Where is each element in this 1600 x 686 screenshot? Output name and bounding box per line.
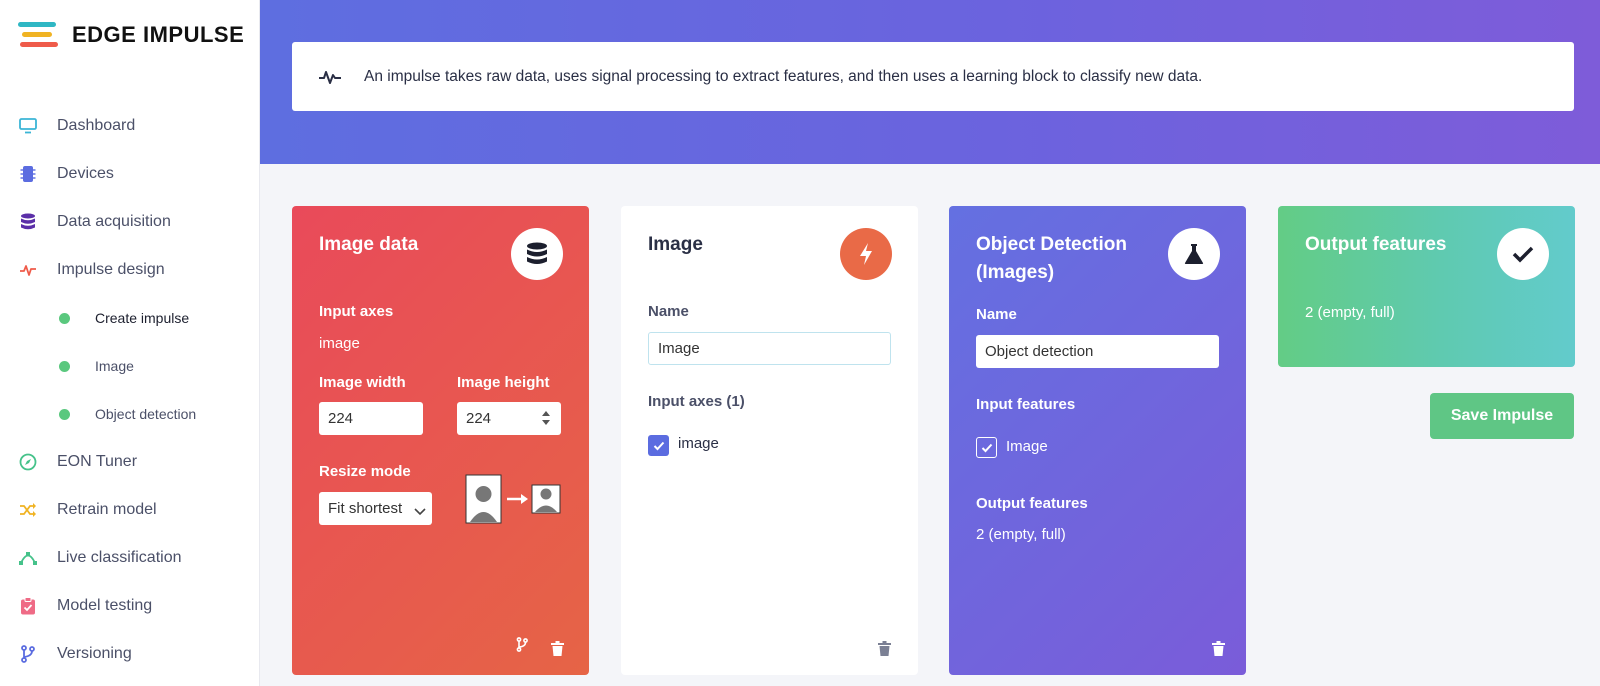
clipboard-check-icon bbox=[18, 596, 38, 616]
monitor-icon bbox=[18, 116, 38, 136]
input-features-label: Input features bbox=[976, 396, 1076, 413]
card-title: Object Detection (Images) bbox=[976, 234, 1127, 283]
input-axes-value: image bbox=[319, 335, 360, 352]
name-label: Name bbox=[648, 303, 689, 320]
card-title: Image bbox=[648, 234, 703, 255]
edge-impulse-logo[interactable]: EDGE IMPULSE bbox=[18, 20, 244, 50]
sidebar-subitem-object-detection[interactable]: Object detection bbox=[0, 390, 260, 438]
sidebar-item-eon-tuner[interactable]: EON Tuner bbox=[0, 438, 260, 486]
image-height-label: Image height bbox=[457, 374, 550, 391]
sidebar-item-model-testing[interactable]: Model testing bbox=[0, 582, 260, 630]
card-title: Output features bbox=[1305, 234, 1447, 255]
image-data-card: Image data Input axes image Image width … bbox=[292, 206, 589, 675]
sidebar-subitem-image[interactable]: Image bbox=[0, 342, 260, 390]
input-axes-label: Input axes bbox=[319, 303, 394, 320]
pulse-icon bbox=[18, 260, 38, 280]
output-features-card: Output features 2 (empty, full) bbox=[1278, 206, 1575, 367]
spinner-icon[interactable] bbox=[541, 410, 551, 430]
save-impulse-button[interactable]: Save Impulse bbox=[1430, 393, 1574, 439]
check-icon bbox=[1497, 228, 1549, 280]
object-detection-card: Object Detection (Images) Name Object de… bbox=[949, 206, 1246, 675]
trash-icon[interactable] bbox=[878, 641, 892, 657]
sidebar-item-dashboard[interactable]: Dashboard bbox=[0, 102, 260, 150]
bezier-icon bbox=[18, 548, 38, 568]
output-features-value: 2 (empty, full) bbox=[1305, 304, 1395, 321]
lightning-icon bbox=[840, 228, 892, 280]
image-axis-label: image bbox=[678, 435, 719, 452]
image-processing-card: Image Name Image Input axes (1) image bbox=[621, 206, 918, 675]
flask-icon bbox=[1168, 228, 1220, 280]
output-features-label: Output features bbox=[976, 495, 1088, 512]
git-branch-icon[interactable] bbox=[516, 637, 528, 657]
impulse-info-box: An impulse takes raw data, uses signal p… bbox=[292, 42, 1574, 111]
chevron-down-icon bbox=[412, 503, 426, 520]
status-dot bbox=[59, 408, 70, 420]
trash-icon[interactable] bbox=[551, 641, 565, 657]
name-input[interactable]: Object detection bbox=[976, 335, 1219, 368]
chip-icon bbox=[18, 164, 38, 184]
name-input[interactable]: Image bbox=[648, 332, 891, 365]
sidebar-item-data-acquisition[interactable]: Data acquisition bbox=[0, 198, 260, 246]
trash-icon[interactable] bbox=[1212, 641, 1226, 657]
image-feature-label: Image bbox=[1006, 438, 1048, 455]
image-width-label: Image width bbox=[319, 374, 406, 391]
status-dot bbox=[59, 360, 70, 372]
status-dot bbox=[59, 312, 70, 324]
sidebar-item-devices[interactable]: Devices bbox=[0, 150, 260, 198]
input-axes-label: Input axes (1) bbox=[648, 393, 745, 410]
image-feature-checkbox[interactable] bbox=[976, 437, 997, 458]
database-icon bbox=[18, 212, 38, 232]
sidebar-nav: Dashboard Devices Data acquisition Impul… bbox=[0, 102, 260, 678]
brand-name: EDGE IMPULSE bbox=[72, 22, 245, 47]
sidebar-item-live-classification[interactable]: Live classification bbox=[0, 534, 260, 582]
impulse-description: An impulse takes raw data, uses signal p… bbox=[364, 67, 1203, 85]
shuffle-icon bbox=[18, 500, 38, 520]
resize-mode-select[interactable]: Fit shortest bbox=[319, 492, 432, 525]
image-axis-checkbox[interactable] bbox=[648, 435, 669, 456]
compass-icon bbox=[18, 452, 38, 472]
sidebar: EDGE IMPULSE Dashboard Devices Data acqu… bbox=[0, 0, 260, 686]
git-branch-icon bbox=[18, 644, 38, 664]
image-width-input[interactable]: 224 bbox=[319, 402, 423, 435]
pulse-icon bbox=[318, 67, 342, 87]
output-features-value: 2 (empty, full) bbox=[976, 526, 1066, 543]
sidebar-item-impulse-design[interactable]: Impulse design bbox=[0, 246, 260, 294]
image-height-input[interactable]: 224 bbox=[457, 402, 561, 435]
resize-illustration-icon bbox=[465, 474, 561, 529]
logo-mark-icon bbox=[18, 21, 60, 49]
resize-mode-label: Resize mode bbox=[319, 463, 411, 480]
card-title: Image data bbox=[319, 234, 419, 255]
sidebar-item-retrain-model[interactable]: Retrain model bbox=[0, 486, 260, 534]
sidebar-item-versioning[interactable]: Versioning bbox=[0, 630, 260, 678]
database-icon bbox=[511, 228, 563, 280]
sidebar-subitem-create-impulse[interactable]: Create impulse bbox=[0, 294, 260, 342]
name-label: Name bbox=[976, 306, 1017, 323]
